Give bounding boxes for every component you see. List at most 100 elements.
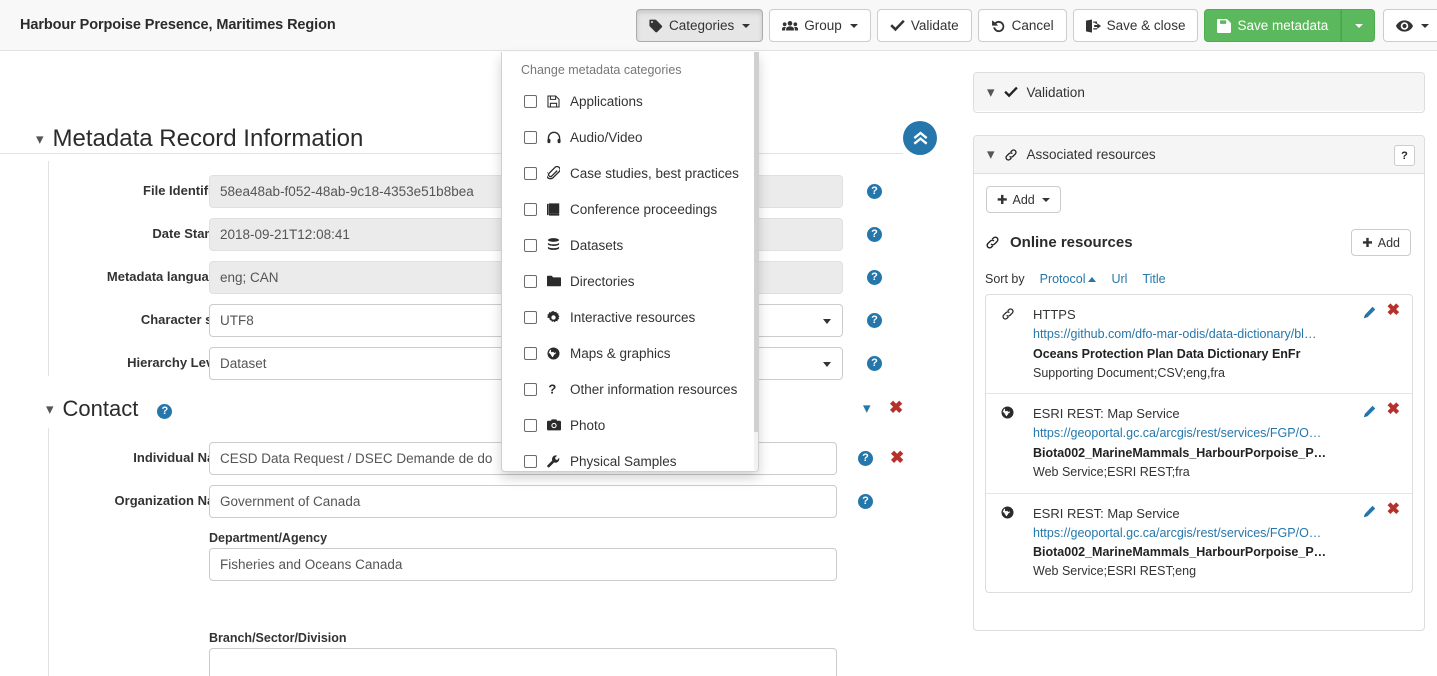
edit-resource-icon[interactable] (1363, 405, 1376, 421)
category-checkbox[interactable] (524, 310, 537, 324)
category-option-applications[interactable]: Applications (502, 83, 758, 119)
dropdown-scrollbar-track[interactable] (754, 52, 758, 470)
categories-button-label: Categories (669, 18, 735, 33)
category-option-label: Other information resources (570, 381, 738, 397)
character-set-help-icon[interactable]: ? (867, 313, 882, 328)
plus-icon: ✚ (1362, 236, 1373, 250)
online-resources-title: Online resources (985, 234, 1133, 251)
validation-panel: ▾ Validation (973, 72, 1425, 113)
categories-button[interactable]: Categories (636, 9, 764, 42)
category-option-directories[interactable]: Directories (502, 263, 758, 299)
chevron-down-icon (849, 23, 858, 28)
category-checkbox[interactable] (524, 166, 537, 180)
category-option-label: Datasets (570, 237, 624, 253)
category-option-audio-video[interactable]: Audio/Video (502, 119, 758, 155)
delete-resource-icon[interactable]: ✖ (1387, 402, 1400, 418)
contact-help-icon[interactable]: ? (157, 403, 173, 419)
validation-panel-header[interactable]: ▾ Validation (974, 73, 1424, 111)
category-option-datasets[interactable]: Datasets (502, 227, 758, 263)
dropdown-scrollbar-thumb[interactable] (754, 52, 758, 432)
validate-button-label: Validate (910, 18, 959, 33)
sort-by-url[interactable]: Url (1111, 272, 1127, 286)
category-option-other-information-resources[interactable]: ? Other information resources (502, 371, 758, 407)
resource-meta: Web Service;ESRI REST;fra (1033, 465, 1190, 480)
hierarchy-level-value: Dataset (220, 356, 267, 371)
online-resource-item: ✖ ESRI REST: Map Service https://geoportal… (986, 394, 1412, 494)
associated-resources-header[interactable]: ▾ Associated resources ? (974, 136, 1424, 174)
save-metadata-button[interactable]: Save metadata (1204, 9, 1342, 42)
associated-resources-help-icon[interactable]: ? (1394, 145, 1415, 166)
preview-button[interactable] (1383, 9, 1437, 42)
category-checkbox[interactable] (524, 94, 537, 108)
contact-collapse-chevron-icon[interactable]: ▾ (863, 401, 871, 416)
chevron-down-icon: ▾ (36, 130, 44, 148)
category-checkbox[interactable] (524, 454, 537, 468)
category-option-case-studies-best-practices[interactable]: Case studies, best practices (502, 155, 758, 191)
save-metadata-button-label: Save metadata (1237, 18, 1329, 33)
category-option-physical-samples[interactable]: Physical Samples (502, 443, 758, 471)
floppy-disk-icon (546, 94, 561, 108)
sort-ascending-icon (1088, 276, 1097, 282)
add-online-resource-button[interactable]: ✚ Add (1351, 229, 1411, 256)
online-resource-item: ✖ ESRI REST: Map Service https://geoportal… (986, 494, 1412, 592)
delete-resource-icon[interactable]: ✖ (1387, 501, 1400, 518)
category-option-maps-graphics[interactable]: Maps & graphics (502, 335, 758, 371)
individual-name-help-icon[interactable]: ? (858, 451, 873, 466)
category-checkbox[interactable] (524, 382, 537, 396)
cancel-button[interactable]: Cancel (977, 9, 1067, 42)
contact-section-title: Contact (62, 396, 139, 421)
category-checkbox[interactable] (524, 274, 537, 288)
category-option-photo[interactable]: Photo (502, 407, 758, 443)
divider (0, 153, 903, 154)
add-resource-dropdown-button[interactable]: ✚ Add (986, 186, 1061, 213)
metadata-section-header[interactable]: ▾ Metadata Record Information (36, 125, 363, 153)
chain-link-icon (1001, 307, 1015, 324)
edit-resource-icon[interactable] (1363, 505, 1376, 521)
contact-remove-icon[interactable]: ✖ (889, 399, 903, 416)
page-title: Harbour Porpoise Presence, Maritimes Reg… (20, 17, 336, 33)
sort-by-title[interactable]: Title (1142, 272, 1165, 286)
scroll-to-top-button[interactable] (903, 121, 937, 155)
chevron-down-icon: ▾ (46, 400, 54, 418)
metadata-language-help-icon[interactable]: ? (867, 270, 882, 285)
resource-url[interactable]: https://github.com/dfo-mar-odis/data-dic… (1033, 325, 1348, 344)
folder-icon (546, 275, 561, 287)
associated-resources-panel: ▾ Associated resources ? ✚ Add Online re… (973, 135, 1425, 631)
edit-resource-icon[interactable] (1363, 306, 1376, 322)
chevron-down-icon: ▾ (987, 146, 995, 163)
resource-url[interactable]: https://geoportal.gc.ca/arcgis/rest/serv… (1033, 524, 1348, 543)
category-option-label: Photo (570, 417, 606, 433)
metadata-section-body: File Identifier* 58ea48ab-f052-48ab-9c18… (48, 161, 903, 380)
users-icon (782, 19, 799, 33)
category-checkbox[interactable] (524, 238, 537, 252)
date-stamp-help-icon[interactable]: ? (867, 227, 882, 242)
branch-sector-division-label: Branch/Sector/Division (209, 631, 347, 645)
delete-resource-icon[interactable]: ✖ (1387, 303, 1400, 319)
validate-button[interactable]: Validate (876, 9, 972, 42)
category-option-conference-proceedings[interactable]: Conference proceedings (502, 191, 758, 227)
group-button[interactable]: Group (769, 9, 871, 42)
save-and-close-button[interactable]: Save & close (1072, 9, 1199, 42)
contact-section-header[interactable]: ▾ Contact ? (46, 396, 173, 422)
organization-name-input[interactable]: Government of Canada (209, 485, 837, 518)
category-checkbox[interactable] (524, 202, 537, 216)
floppy-disk-icon (1217, 18, 1232, 33)
chevron-down-icon (1421, 23, 1430, 28)
individual-name-remove-icon[interactable]: ✖ (890, 449, 904, 466)
resource-url[interactable]: https://geoportal.gc.ca/arcgis/rest/serv… (1033, 424, 1348, 443)
organization-name-help-icon[interactable]: ? (858, 494, 873, 509)
save-metadata-dropdown-button[interactable] (1341, 9, 1376, 42)
department-agency-input[interactable]: Fisheries and Oceans Canada (209, 548, 837, 581)
hierarchy-level-help-icon[interactable]: ? (867, 356, 882, 371)
resource-protocol: HTTPS (1033, 307, 1076, 322)
associated-resources-title: Associated resources (1026, 147, 1156, 162)
category-checkbox[interactable] (524, 418, 537, 432)
branch-sector-division-input[interactable] (209, 648, 837, 676)
category-option-label: Audio/Video (570, 129, 643, 145)
category-checkbox[interactable] (524, 346, 537, 360)
category-option-interactive-resources[interactable]: Interactive resources (502, 299, 758, 335)
category-checkbox[interactable] (524, 130, 537, 144)
file-identifier-help-icon[interactable]: ? (867, 184, 882, 199)
main-content-right: ▾ Validation ▾ Associated resources ? ✚ … (955, 51, 1437, 676)
sort-by-protocol[interactable]: Protocol (1040, 272, 1097, 286)
